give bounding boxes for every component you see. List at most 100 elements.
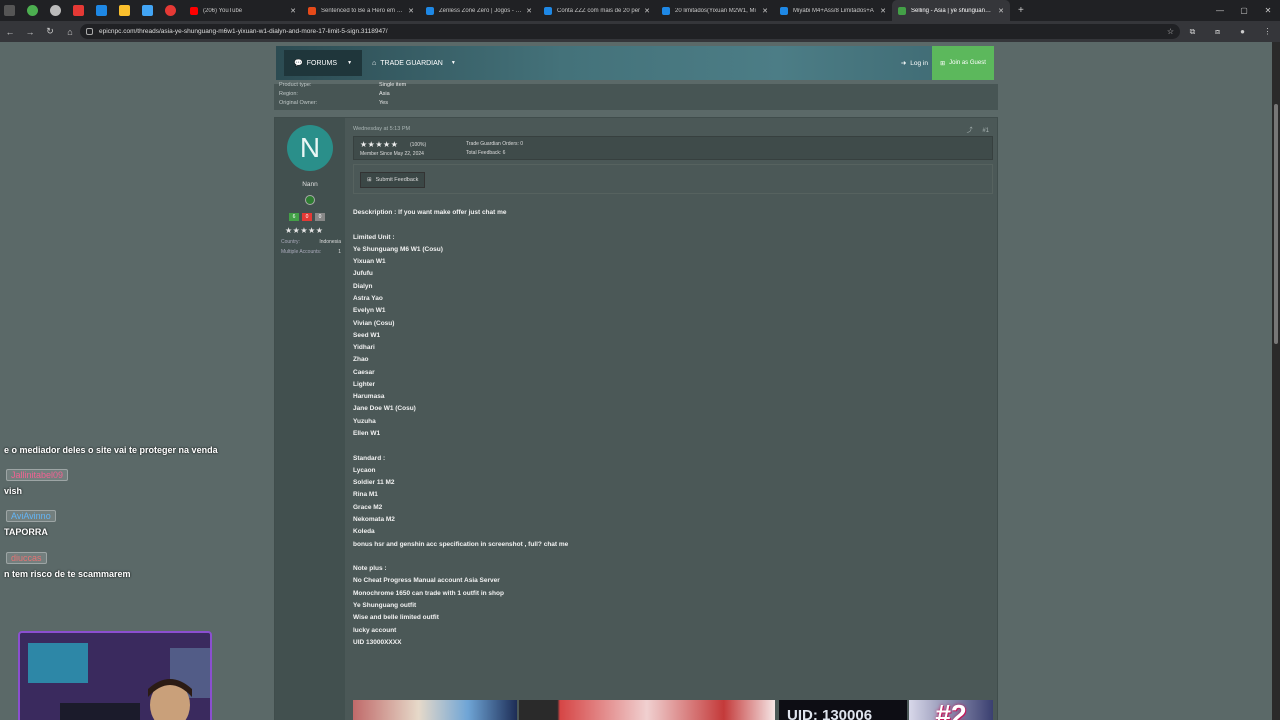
member-since: Member Since May 22, 2024 <box>360 151 424 157</box>
meta-value: Yes <box>379 100 388 106</box>
extensions-icon[interactable]: ⧉ <box>1180 21 1205 42</box>
positive-feedback-count: 6 <box>289 213 299 221</box>
close-tab-icon[interactable]: ✕ <box>762 7 768 15</box>
pinned-tab-icon[interactable] <box>119 5 130 16</box>
back-icon[interactable]: ← <box>0 27 20 37</box>
rank-badge: #2 <box>935 700 967 720</box>
chat-message: TAPORRA <box>4 527 48 537</box>
menu-icon[interactable]: ⋮ <box>1255 21 1280 42</box>
screenshot-thumb[interactable] <box>353 700 517 720</box>
post-line: Yuzuha <box>353 417 376 425</box>
browser-tab[interactable]: Selling - Asia | ye shunguang m ✕ <box>892 0 1010 21</box>
address-bar[interactable]: epicnpc.com/threads/asia-ye-shunguang-m6… <box>80 24 1180 39</box>
user-multiple-accounts: Multiple Accounts: 1 <box>281 249 341 255</box>
chat-username: diuccas <box>6 552 47 564</box>
feedback-area: ⊞ Submit Feedback <box>353 164 993 194</box>
screenshot-thumb[interactable]: UID: 130006 <box>779 700 907 720</box>
avatar[interactable]: N <box>287 125 333 171</box>
close-tab-icon[interactable]: ✕ <box>408 7 414 15</box>
pinned-tab-icon[interactable] <box>96 5 107 16</box>
profile-icon[interactable]: ● <box>1230 21 1255 42</box>
neutral-feedback-count: 0 <box>315 213 325 221</box>
post-line: Desckription : If you want make offer ju… <box>353 209 507 216</box>
tab-favicon-icon <box>190 6 198 15</box>
pinned-tab-icon[interactable] <box>73 5 84 16</box>
chevron-down-icon: ▼ <box>450 60 456 66</box>
close-tab-icon[interactable]: ✕ <box>526 7 532 15</box>
accounts-value: 1 <box>338 249 341 255</box>
minimize-icon[interactable]: — <box>1208 0 1232 21</box>
post-line: Seed W1 <box>353 331 381 339</box>
chat-username: AviAvinno <box>6 510 56 522</box>
trade-guardian-menu[interactable]: ⌂ TRADE GUARDIAN ▼ <box>364 50 464 76</box>
browser-tab[interactable]: Conta ZZZ com mais de 20 per ✕ <box>538 0 656 21</box>
pinned-tab-icon[interactable] <box>50 5 61 16</box>
tab-label: Conta ZZZ com mais de 20 per <box>557 7 641 14</box>
translate-icon[interactable]: ⧈ <box>1205 21 1230 42</box>
shield-badge-icon <box>305 195 315 205</box>
close-window-icon[interactable]: ✕ <box>1256 0 1280 21</box>
browser-tab[interactable]: Sentenced to Be a Hero em pre ✕ <box>302 0 420 21</box>
new-tab-button[interactable]: + <box>1018 5 1024 16</box>
site-info-icon[interactable] <box>86 28 93 35</box>
post-line: Lycaon <box>353 466 376 474</box>
meta-value: Asia <box>379 91 390 97</box>
post-line: Lighter <box>353 380 376 388</box>
trade-guardian-label: TRADE GUARDIAN <box>380 59 443 67</box>
plus-box-icon: ⊞ <box>367 177 372 183</box>
username[interactable]: Nann <box>275 181 345 188</box>
login-label: Log in <box>910 59 928 67</box>
post-line: Yidhari <box>353 344 375 352</box>
post-line: Soldier 11 M2 <box>353 479 395 487</box>
post-actions: ⤴ #1 <box>967 125 989 134</box>
tab-favicon-icon <box>780 6 788 15</box>
reload-icon[interactable]: ↻ <box>40 26 60 37</box>
close-tab-icon[interactable]: ✕ <box>290 7 296 15</box>
country-value: Indonesia <box>319 239 341 245</box>
post-line: Rina M1 <box>353 491 378 499</box>
forums-menu[interactable]: 💬 FORUMS ▼ <box>284 50 363 76</box>
post-line: Nekomata M2 <box>353 516 395 523</box>
trade-guardian-box: ★★★★★ (100%) Member Since May 22, 2024 T… <box>353 136 993 160</box>
pinned-tab-icon[interactable] <box>165 5 176 16</box>
close-tab-icon[interactable]: ✕ <box>644 7 650 15</box>
screenshot-thumb[interactable]: #2 <box>909 700 993 720</box>
page-scrollbar[interactable] <box>1272 42 1280 720</box>
bookmark-star-icon[interactable]: ☆ <box>1167 27 1174 36</box>
screenshot-thumb[interactable] <box>519 700 775 720</box>
tab-favicon-icon <box>426 6 434 15</box>
scrollbar-thumb[interactable] <box>1274 104 1278 344</box>
login-button[interactable]: ➜ Log in <box>901 50 928 76</box>
chat-message: vish <box>4 486 23 496</box>
tab-favicon-icon <box>308 6 316 15</box>
accounts-label: Multiple Accounts: <box>281 249 322 255</box>
post-line: Grace M2 <box>353 503 383 511</box>
user-rating-stars: ★★★★★ <box>285 226 324 235</box>
tab-label: Zenless Zone Zero | Jogos - GG <box>439 7 523 14</box>
browser-tab[interactable]: Miyabi M4+Ass/8 Limitados+A ✕ <box>774 0 892 21</box>
post-date[interactable]: Wednesday at 5:13 PM <box>353 126 410 132</box>
trade-guardian-orders: Trade Guardian Orders: 0 <box>466 141 524 147</box>
home-icon[interactable]: ⌂ <box>60 27 80 37</box>
share-icon[interactable]: ⤴ <box>967 128 973 134</box>
country-label: Country: <box>281 239 300 245</box>
browser-tab[interactable]: (206) YouTube ✕ <box>184 0 302 21</box>
tab-search-icon[interactable] <box>4 5 15 16</box>
forward-icon[interactable]: → <box>20 27 40 37</box>
post-line: Ellen W1 <box>353 430 381 438</box>
close-tab-icon[interactable]: ✕ <box>998 7 1004 15</box>
pinned-tab-icon[interactable] <box>27 5 38 16</box>
web-page: 💬 FORUMS ▼ ⌂ TRADE GUARDIAN ▼ ➜ Log in ⊞… <box>0 42 1280 720</box>
close-tab-icon[interactable]: ✕ <box>880 7 886 15</box>
browser-tab[interactable]: 20 limitados(Yixuan M2W1, Mi ✕ <box>656 0 774 21</box>
meta-row: Original Owner: Yes <box>279 100 388 106</box>
submit-feedback-button[interactable]: ⊞ Submit Feedback <box>360 172 426 188</box>
pinned-tab-icon[interactable] <box>142 5 153 16</box>
user-plus-icon: ⊞ <box>940 60 946 67</box>
post-number[interactable]: #1 <box>982 128 989 134</box>
join-as-guest-button[interactable]: ⊞ Join as Guest <box>932 46 994 80</box>
browser-tab[interactable]: Zenless Zone Zero | Jogos - GG ✕ <box>420 0 538 21</box>
chat-bubble-icon: 💬 <box>294 60 303 67</box>
meta-row: Region: Asia <box>279 91 390 97</box>
maximize-icon[interactable]: ▢ <box>1232 0 1256 21</box>
